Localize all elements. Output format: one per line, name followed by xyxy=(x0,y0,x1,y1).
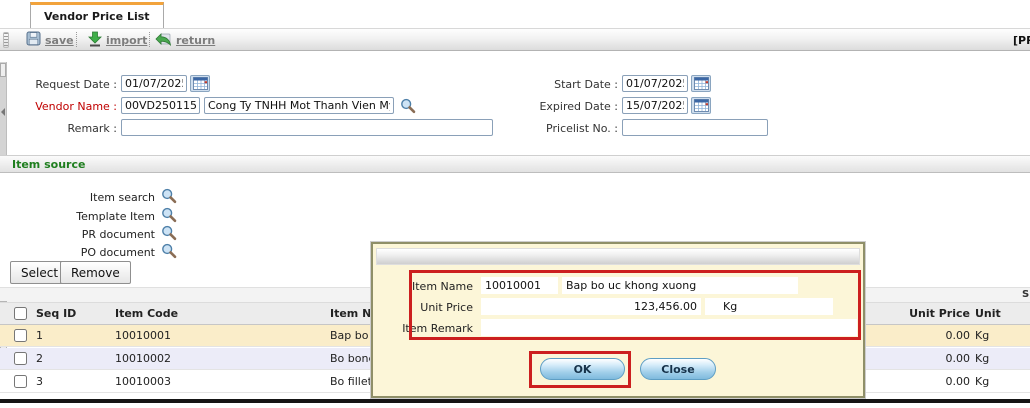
cell-seq-id: 2 xyxy=(36,352,43,365)
cell-unit-price: 0.00 xyxy=(880,375,970,388)
dialog-item-remark-input[interactable] xyxy=(481,319,857,336)
select-all-checkbox[interactable] xyxy=(14,307,27,320)
dialog-item-name-label: Item Name xyxy=(378,280,473,293)
dialog-header-bar[interactable] xyxy=(376,248,860,265)
vendor-code-input[interactable] xyxy=(121,97,200,114)
row-checkbox[interactable] xyxy=(14,329,27,342)
save-icon xyxy=(26,31,41,49)
row-checkbox[interactable] xyxy=(14,352,27,365)
dialog-item-remark-label: Item Remark xyxy=(378,322,473,335)
panel-splitter[interactable] xyxy=(0,62,7,155)
template-item-label: Template Item xyxy=(20,210,155,223)
expired-date-label: Expired Date : xyxy=(518,100,618,113)
save-label: save xyxy=(45,34,74,47)
remove-button[interactable]: Remove xyxy=(60,261,131,284)
item-price-dialog: Item Name Unit Price Item Remark OK Clos… xyxy=(371,242,865,398)
toolbar-drag-handle[interactable] xyxy=(3,32,9,48)
start-date-label: Start Date : xyxy=(518,78,618,91)
item-source-section-bar: Item source xyxy=(0,155,1030,173)
cell-unit: Kg xyxy=(975,375,989,388)
cell-item-code: 10010003 xyxy=(115,375,171,388)
remark-label: Remark : xyxy=(17,122,117,135)
cell-unit: Kg xyxy=(975,329,989,342)
vendor-name-input[interactable] xyxy=(204,97,394,114)
return-button[interactable]: return xyxy=(155,31,215,49)
cell-item-code: 10010001 xyxy=(115,329,171,342)
template-item-search-icon[interactable] xyxy=(161,207,177,226)
calendar-icon[interactable] xyxy=(190,75,210,92)
toolbar-separator xyxy=(76,32,77,47)
cell-item-code: 10010002 xyxy=(115,352,171,365)
vendor-name-label: Vendor Name : xyxy=(17,100,117,113)
item-search-label: Item search xyxy=(20,191,155,204)
vendor-search-icon[interactable] xyxy=(400,98,416,117)
tab-vendor-price-list[interactable]: Vendor Price List xyxy=(30,2,164,28)
remark-input[interactable] xyxy=(121,119,493,136)
pr-document-label: PR document xyxy=(20,228,155,241)
toolbar-right-text: [PR xyxy=(1013,34,1030,47)
header-unit-price: Unit Price xyxy=(880,307,970,320)
grid-corner-text: S xyxy=(1022,289,1029,300)
splitter-grip[interactable] xyxy=(0,63,6,77)
import-button[interactable]: import xyxy=(88,31,147,49)
dialog-unit-price-input[interactable] xyxy=(481,298,701,315)
start-date-input[interactable] xyxy=(622,75,688,92)
pricelist-no-label: Pricelist No. : xyxy=(518,122,618,135)
po-document-search-icon[interactable] xyxy=(161,243,177,262)
cell-seq-id: 3 xyxy=(36,375,43,388)
bottom-border-band xyxy=(0,399,1030,403)
import-label: import xyxy=(106,34,147,47)
header-item-code: Item Code xyxy=(115,307,178,320)
cell-unit-price: 0.00 xyxy=(880,352,970,365)
request-date-label: Request Date : xyxy=(17,78,117,91)
cell-item-name: Bo fillet xyxy=(330,375,372,388)
vendor-price-list-page: Vendor Price List save import return [PR… xyxy=(0,0,1030,408)
header-seq-id: Seq ID xyxy=(36,307,76,320)
cell-seq-id: 1 xyxy=(36,329,43,342)
ok-button[interactable]: OK xyxy=(540,358,625,380)
splitter-collapse-icon xyxy=(1,108,5,116)
toolbar: save import return [PR xyxy=(0,28,1030,51)
tab-label: Vendor Price List xyxy=(44,10,150,23)
dialog-unit-price-label: Unit Price xyxy=(378,301,473,314)
request-date-input[interactable] xyxy=(121,75,187,92)
calendar-icon[interactable] xyxy=(691,75,711,92)
dialog-unit-input[interactable] xyxy=(705,298,833,315)
dialog-item-name-input[interactable] xyxy=(562,277,798,294)
calendar-icon[interactable] xyxy=(691,97,711,114)
item-search-icon[interactable] xyxy=(161,188,177,207)
expired-date-input[interactable] xyxy=(622,97,688,114)
close-button[interactable]: Close xyxy=(640,358,716,380)
toolbar-separator xyxy=(149,32,150,47)
save-button[interactable]: save xyxy=(26,31,74,49)
import-icon xyxy=(88,31,102,50)
pr-document-search-icon[interactable] xyxy=(161,225,177,244)
dialog-item-code-input[interactable] xyxy=(481,277,558,294)
po-document-label: PO document xyxy=(20,246,155,259)
cell-unit-price: 0.00 xyxy=(880,329,970,342)
header-unit: Unit xyxy=(975,307,1001,320)
cell-unit: Kg xyxy=(975,352,989,365)
return-label: return xyxy=(176,34,215,47)
return-icon xyxy=(155,32,172,49)
row-checkbox[interactable] xyxy=(14,375,27,388)
pricelist-no-input[interactable] xyxy=(622,119,768,136)
item-source-title: Item source xyxy=(12,158,85,171)
